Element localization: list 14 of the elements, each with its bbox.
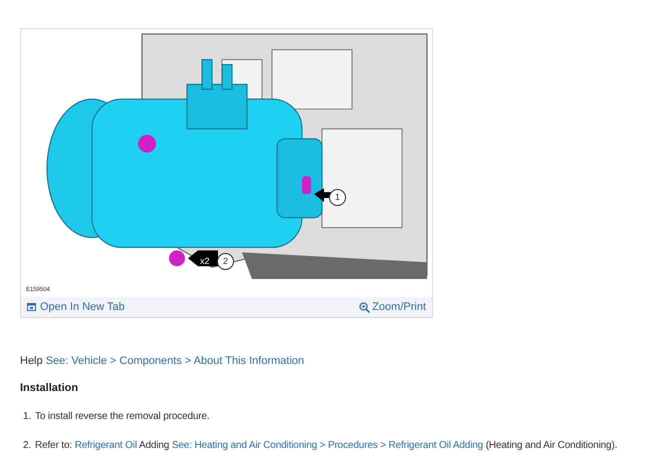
zoom-icon (359, 302, 370, 312)
step-text: To install reverse the removal procedure. (35, 410, 210, 424)
step-text: Refer to: Refrigerant Oil Adding See: Heating and Air Conditioning > Procedures > Refrigerant Oil Adding (Heating and Air Conditioning). (35, 439, 618, 453)
window-icon (27, 303, 36, 311)
section-heading: Installation (20, 382, 80, 395)
step-number: 2. (23, 439, 32, 453)
help-text: Help See: Vehicle > Components > About This Information (20, 354, 306, 368)
step-number: 1. (23, 410, 32, 424)
reference-link[interactable]: Refrigerant Oil (74, 440, 137, 451)
reference-link[interactable]: See: Vehicle > Components > About This Information (46, 355, 304, 367)
quantity-label: x2 (200, 255, 210, 268)
reference-link[interactable]: See: Heating and Air Conditioning > Procedures > Refrigerant Oil Adding (172, 440, 484, 451)
open-in-new-tab-link[interactable]: Open In New Tab (27, 298, 125, 316)
zoom-print-link[interactable]: Zoom/Print (359, 298, 426, 316)
